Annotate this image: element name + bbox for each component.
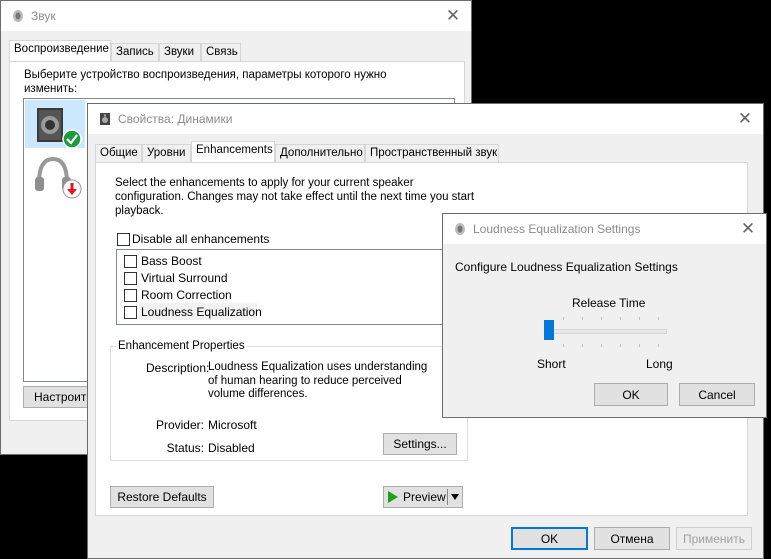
virtual-surround-label: Virtual Surround (141, 271, 228, 285)
preview-dropdown-divider (447, 489, 448, 505)
bass-boost-label: Bass Boost (141, 254, 202, 268)
cancel-button[interactable]: Отмена (594, 527, 670, 550)
disconnected-badge-icon (62, 179, 82, 199)
tab-recording[interactable]: Запись (111, 43, 159, 62)
close-icon[interactable]: ✕ (727, 104, 763, 134)
properties-window-title: Свойства: Динамики (118, 112, 233, 126)
sound-window-title: Звук (31, 9, 56, 23)
disable-all-checkbox[interactable] (117, 233, 130, 246)
loudness-dialog-title: Loudness Equalization Settings (473, 222, 641, 236)
playback-description: Выберите устройство воспроизведения, пар… (24, 69, 387, 95)
enhancement-properties-title: Enhancement Properties (116, 340, 247, 352)
loudness-equalization-label: Loudness Equalization (141, 305, 262, 319)
room-correction-checkbox[interactable] (124, 289, 137, 302)
slider-ticks-bottom (543, 344, 667, 348)
loudness-equalization-checkbox[interactable] (124, 306, 137, 319)
slider-thumb[interactable] (544, 320, 554, 340)
tab-sounds[interactable]: Звуки (159, 43, 201, 62)
properties-titlebar[interactable]: Свойства: Динамики ✕ (88, 104, 763, 134)
virtual-surround-checkbox[interactable] (124, 272, 137, 285)
close-icon[interactable]: ✕ (730, 214, 766, 244)
restore-defaults-button[interactable]: Restore Defaults (110, 486, 214, 508)
loudness-dialog: Loudness Equalization Settings ✕ Configu… (442, 213, 767, 418)
loudness-titlebar[interactable]: Loudness Equalization Settings ✕ (443, 214, 766, 244)
bass-boost-checkbox[interactable] (124, 255, 137, 268)
slider-track (545, 329, 667, 334)
speaker-icon (455, 223, 465, 235)
loudness-cancel-button[interactable]: Cancel (679, 383, 755, 406)
speaker-icon (100, 113, 110, 125)
sound-titlebar[interactable]: Звук ✕ (1, 1, 471, 31)
slider-max-label: Long (646, 357, 673, 371)
dropdown-arrow-icon[interactable] (451, 494, 459, 500)
tab-enhancements[interactable]: Enhancements (191, 141, 275, 163)
close-icon[interactable]: ✕ (435, 1, 471, 31)
provider-value: Microsoft (208, 418, 257, 432)
enhancements-intro: Select the enhancements to apply for you… (115, 177, 475, 217)
tab-general[interactable]: Общие (95, 144, 142, 163)
loudness-heading: Configure Loudness Equalization Settings (455, 260, 678, 274)
status-label: Status: (166, 441, 204, 455)
device-item-speakers[interactable] (25, 100, 85, 149)
default-device-check-icon (62, 129, 82, 149)
description-label: Description: (146, 361, 210, 375)
preview-button[interactable]: Preview (383, 486, 463, 508)
tab-spatial-sound[interactable]: Пространственный звук (365, 144, 499, 163)
provider-label: Provider: (155, 418, 204, 432)
room-correction-label: Room Correction (141, 288, 232, 302)
disable-all-label: Disable all enhancements (132, 232, 270, 246)
device-item-headphones[interactable] (25, 151, 85, 199)
ok-button[interactable]: OK (511, 527, 588, 550)
tab-levels[interactable]: Уровни (142, 144, 191, 163)
tab-communications[interactable]: Связь (201, 43, 241, 62)
play-icon (388, 491, 398, 503)
preview-label: Preview (403, 490, 446, 504)
settings-button[interactable]: Settings... (383, 433, 457, 455)
configure-button[interactable]: Настроить (23, 386, 93, 408)
loudness-ok-button[interactable]: OK (594, 383, 668, 406)
tab-advanced[interactable]: Дополнительно (275, 144, 365, 163)
tab-playback[interactable]: Воспроизведение (9, 40, 111, 62)
enhancements-list[interactable]: Bass Boost Virtual Surround Room Correct… (116, 249, 468, 325)
status-value: Disabled (208, 441, 255, 455)
slider-min-label: Short (537, 357, 566, 371)
release-time-label: Release Time (572, 296, 646, 310)
speaker-icon (13, 10, 23, 22)
apply-button[interactable]: Применить (676, 527, 752, 550)
description-value: Loudness Equalization uses understanding… (208, 361, 428, 400)
release-time-slider[interactable] (543, 314, 667, 354)
slider-ticks (543, 317, 667, 321)
